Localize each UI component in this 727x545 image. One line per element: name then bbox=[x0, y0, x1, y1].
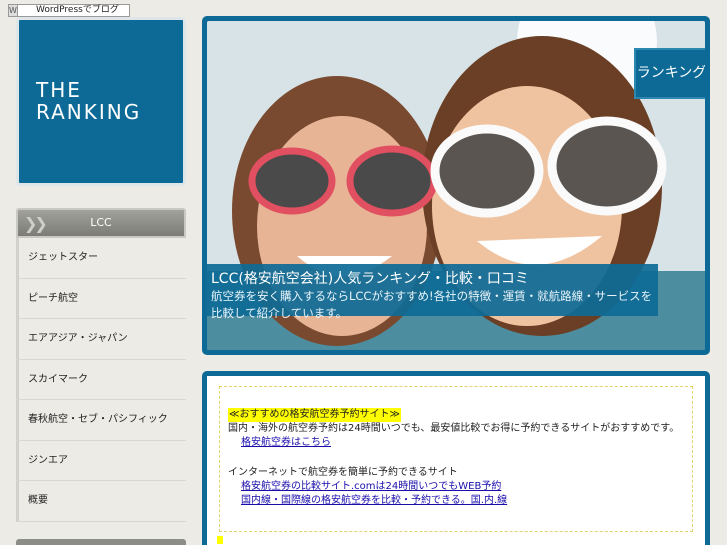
site-logo-text: THE RANKING bbox=[36, 79, 141, 123]
sidebar-nav-header: ❯❯ LCC bbox=[16, 208, 186, 238]
notice-box: ≪おすすめの格安航空券予約サイト≫ 国内・海外の航空券予約は24時間いつでも、最… bbox=[219, 386, 693, 532]
hero-image: ランキング LCC(格安航空会社)人気ランキング・比較・口コミ 航空券を安く購入… bbox=[207, 21, 705, 350]
notice-line-2: インターネットで航空券を簡単に予約できるサイト bbox=[228, 467, 458, 478]
notice-highlight: ≪おすすめの格安航空券予約サイト≫ bbox=[228, 408, 401, 422]
notice-link-3[interactable]: 国内線・国際線の格安航空券を比較・予約できる。国.内.線 bbox=[241, 495, 507, 506]
sidebar-item[interactable]: ピーチ航空 bbox=[16, 278, 186, 319]
notice-line-1: 国内・海外の航空券予約は24時間いつでも、最安値比較でお得に予約できるサイトがお… bbox=[228, 423, 680, 434]
sidebar-item[interactable]: 概要 bbox=[16, 481, 186, 522]
logo-line-1: THE bbox=[36, 78, 82, 102]
wordpress-icon: W bbox=[9, 5, 18, 16]
sidebar-nav-title: LCC bbox=[90, 216, 112, 229]
sidebar-nav-list: ジェットスター ピーチ航空 エアアジア・ジャパン スカイマーク 春秋航空・セブ・… bbox=[16, 238, 186, 522]
sidebar-item[interactable]: 春秋航空・セブ・パシフィック bbox=[16, 400, 186, 441]
highlight-marker bbox=[217, 536, 223, 544]
sidebar-item[interactable]: エアアジア・ジャパン bbox=[16, 319, 186, 360]
hero-ranking-badge[interactable]: ランキング bbox=[634, 48, 705, 99]
sidebar-item[interactable]: ジェットスター bbox=[16, 238, 186, 279]
hero-banner: ランキング LCC(格安航空会社)人気ランキング・比較・口コミ 航空券を安く購入… bbox=[202, 16, 710, 355]
main-content-inner: ≪おすすめの格安航空券予約サイト≫ 国内・海外の航空券予約は24時間いつでも、最… bbox=[207, 376, 705, 545]
logo-line-2: RANKING bbox=[36, 100, 142, 124]
hero-caption-title: LCC(格安航空会社)人気ランキング・比較・口コミ bbox=[211, 271, 529, 287]
hero-caption: LCC(格安航空会社)人気ランキング・比較・口コミ 航空券を安く購入するならLC… bbox=[207, 264, 658, 320]
notice-link-1[interactable]: 格安航空券はこちら bbox=[241, 437, 331, 448]
wordpress-badge[interactable]: W WordPressでブログ bbox=[8, 4, 130, 17]
sidebar-nav: ❯❯ LCC ジェットスター ピーチ航空 エアアジア・ジャパン スカイマーク 春… bbox=[16, 208, 186, 528]
sidebar-item[interactable]: ジンエア bbox=[16, 440, 186, 481]
wordpress-badge-label: WordPressでブログ bbox=[36, 5, 119, 15]
sidebar-footer-bar bbox=[16, 539, 186, 545]
notice-link-2[interactable]: 格安航空券の比較サイト.comは24時間いつでもWEB予約 bbox=[241, 481, 501, 492]
hero-caption-subtitle: 航空券を安く購入するならLCCがおすすめ!各社の特徴・運賃・就航路線・サービスを… bbox=[211, 289, 653, 320]
sidebar-item[interactable]: スカイマーク bbox=[16, 359, 186, 400]
main-content: ≪おすすめの格安航空券予約サイト≫ 国内・海外の航空券予約は24時間いつでも、最… bbox=[202, 371, 710, 545]
site-logo[interactable]: THE RANKING bbox=[16, 17, 186, 186]
